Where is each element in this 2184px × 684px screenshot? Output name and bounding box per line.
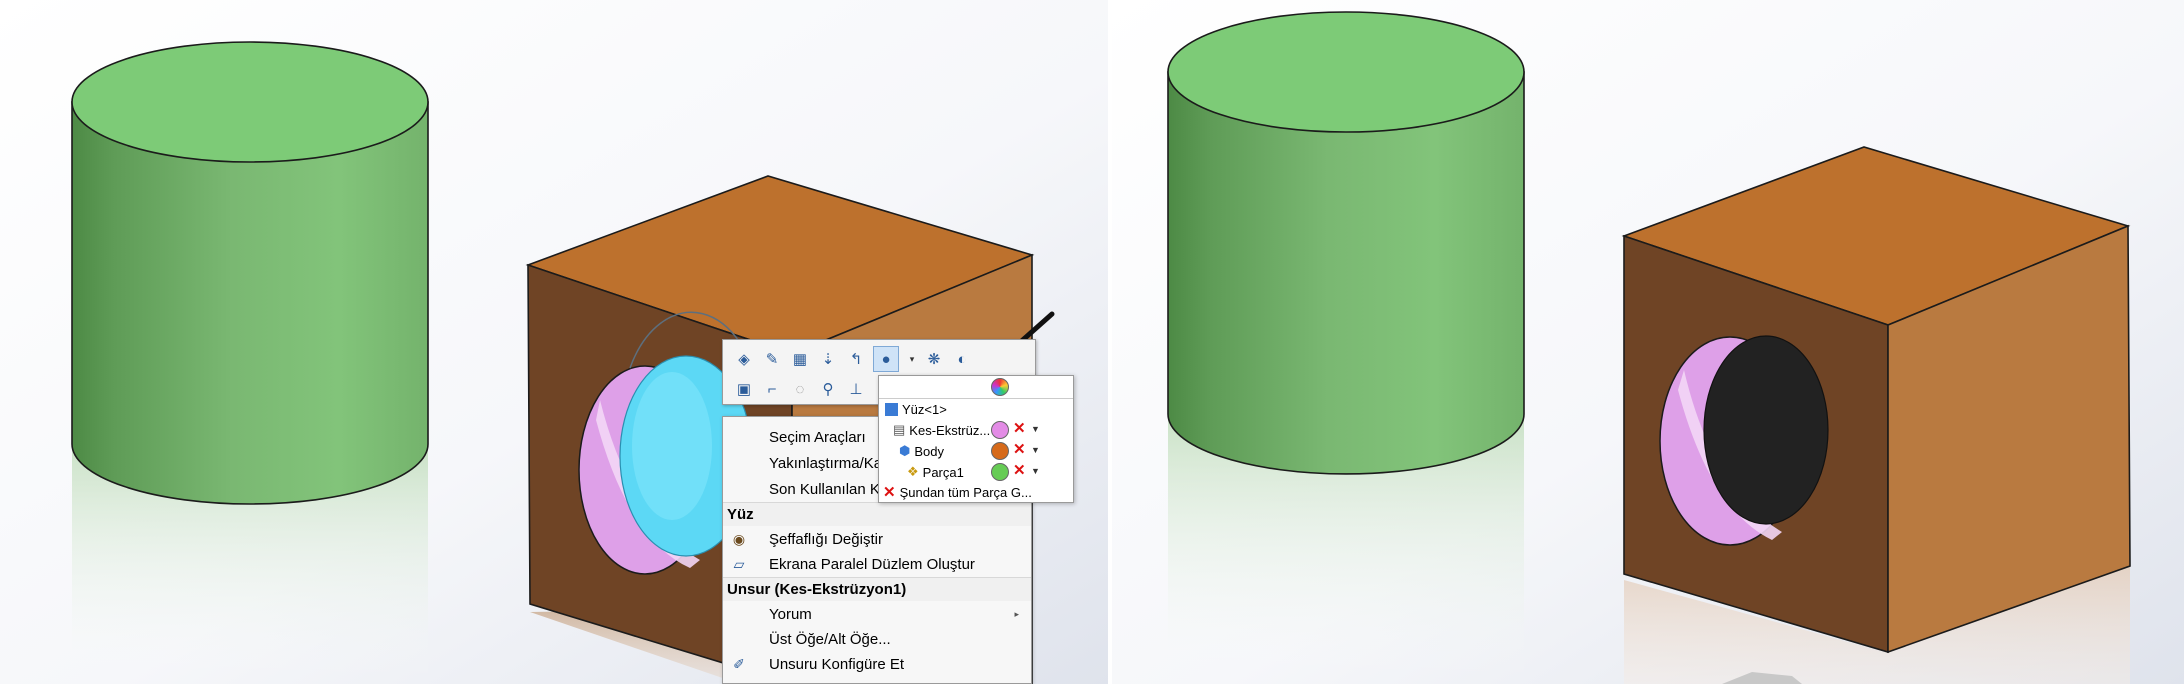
menu-item-label: Son Kullanılan K	[769, 480, 880, 498]
part-icon: ❖	[907, 464, 919, 479]
remove-part-appearance-icon[interactable]: ✕	[1013, 461, 1026, 479]
menu-section-title: Unsur (Kes-Ekstrüzyon1)	[727, 581, 907, 598]
selected-face-sheen	[632, 372, 712, 520]
part-label: Parça1	[922, 464, 964, 480]
menu-section-title: Yüz	[727, 506, 754, 523]
body-icon: ⬢	[899, 443, 911, 458]
right-3d-scene	[1112, 0, 2184, 684]
measure-icon[interactable]: ⊥	[843, 376, 869, 402]
feature-color-swatch[interactable]	[991, 421, 1009, 439]
edit-feature-icon[interactable]: ▦	[787, 346, 813, 372]
menu-item-parent-child[interactable]: Üst Öğe/Alt Öğe...	[723, 627, 1031, 651]
feature-dropdown-icon[interactable]: ▼	[1031, 424, 1040, 434]
menu-item-label: Üst Öğe/Alt Öğe...	[769, 630, 891, 648]
green-cylinder[interactable]	[71, 41, 429, 505]
menu-item-label: Unsuru Konfigüre Et	[769, 655, 905, 673]
face-icon	[885, 402, 898, 416]
sketch-icon[interactable]: ⌐	[759, 376, 785, 402]
remove-all-label: Şundan tüm Parça G...	[899, 484, 1032, 500]
hide-icon[interactable]: ◌	[787, 376, 813, 402]
edit-sketch-icon[interactable]: ✎	[759, 346, 785, 372]
feature-label: Kes-Ekstrüz...	[909, 422, 991, 438]
body-color-swatch[interactable]	[991, 442, 1009, 460]
menu-section-feature: Unsur (Kes-Ekstrüzyon1)	[723, 577, 1031, 601]
hole-back-face[interactable]	[1703, 335, 1829, 525]
hide-component-icon[interactable]: ❋	[921, 346, 947, 372]
menu-item-comment[interactable]: Yorum ▸	[723, 602, 1031, 626]
cylinder-top-face[interactable]	[1167, 11, 1525, 133]
menu-item-label: Yorum	[769, 605, 812, 623]
menu-section-face: Yüz	[723, 502, 1031, 526]
cut-extrude-icon: ▤	[893, 422, 906, 437]
appearance-row-face[interactable]: Yüz<1>	[885, 399, 947, 419]
appearance-row-feature[interactable]: ▤ Kes-Ekstrüz...	[893, 420, 990, 440]
configure-icon: ✐	[733, 655, 745, 672]
appearance-callout: Yüz<1> ▤ Kes-Ekstrüz... ✕ ▼ ⬢ Body ✕ ▼ ❖…	[878, 375, 1074, 503]
remove-body-appearance-icon[interactable]: ✕	[1013, 440, 1026, 458]
left-graphics-viewport[interactable]: ◈ ✎ ▦ ⇣ ↰ ● ▾ ❋ ◐ ▣ ⌐ ◌ ⚲ ⊥ Seçim Araçla…	[0, 0, 1112, 684]
right-graphics-viewport[interactable]	[1112, 0, 2184, 684]
body-dropdown-icon[interactable]: ▼	[1031, 445, 1040, 455]
rollback-icon[interactable]: ↰	[843, 346, 869, 372]
part-color-swatch[interactable]	[991, 463, 1009, 481]
brown-box[interactable]	[1621, 146, 2131, 654]
green-cylinder[interactable]	[1167, 11, 1525, 475]
menu-item-label: Seçim Araçları	[769, 428, 866, 446]
menu-item-label: Şeffaflığı Değiştir	[769, 530, 883, 548]
cylinder-top-face[interactable]	[71, 41, 429, 163]
remove-all-icon: ✕	[883, 484, 896, 501]
appearance-wheel-icon[interactable]	[991, 378, 1009, 396]
menu-item-create-plane[interactable]: ▱ Ekrana Paralel Düzlem Oluştur	[723, 552, 1031, 576]
remove-feature-appearance-icon[interactable]: ✕	[1013, 419, 1026, 437]
appearance-icon[interactable]: ●	[873, 346, 899, 372]
plane-icon: ▱	[733, 555, 745, 572]
transparency-icon: ◉	[732, 530, 746, 547]
face-label: Yüz<1>	[902, 401, 947, 417]
zoom-icon[interactable]: ⚲	[815, 376, 841, 402]
zoom-to-selection-icon[interactable]: ◈	[731, 346, 757, 372]
normal-to-icon[interactable]: ⇣	[815, 346, 841, 372]
section-view-icon[interactable]: ▣	[731, 376, 757, 402]
appearance-row-part[interactable]: ❖ Parça1	[907, 462, 964, 482]
isolate-icon[interactable]: ◐	[949, 346, 975, 372]
submenu-arrow-icon: ▸	[1014, 608, 1019, 619]
menu-item-label: Ekrana Paralel Düzlem Oluştur	[769, 555, 975, 573]
part-dropdown-icon[interactable]: ▼	[1031, 466, 1040, 476]
remove-all-appearances[interactable]: ✕ Şundan tüm Parça G...	[883, 482, 1032, 502]
appearance-row-body[interactable]: ⬢ Body	[899, 441, 944, 461]
menu-item-change-transparency[interactable]: ◉ Şeffaflığı Değiştir	[723, 527, 1031, 551]
menu-item-label: Yakınlaştırma/Ka	[769, 454, 883, 472]
menu-item-configure-feature[interactable]: ✐ Unsuru Konfigüre Et	[723, 652, 1031, 676]
body-label: Body	[914, 443, 944, 459]
